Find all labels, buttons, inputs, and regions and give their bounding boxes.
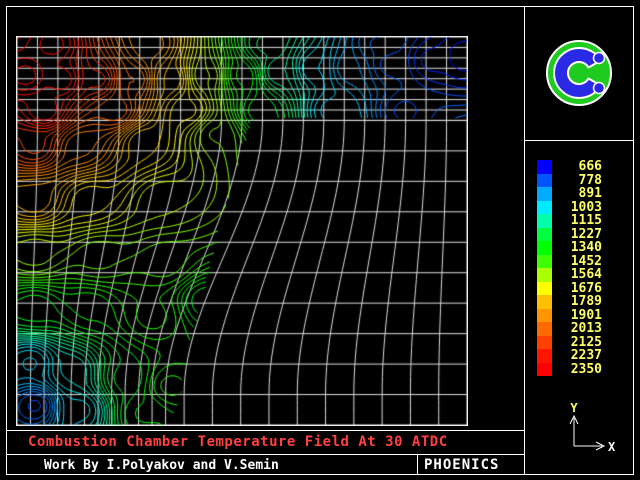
legend-entry: 666: [537, 160, 602, 174]
legend-value-label: 778: [560, 174, 602, 188]
legend-value-label: 1115: [560, 214, 602, 228]
legend-entry: 2350: [537, 363, 602, 377]
legend-color-swatch: [537, 241, 552, 255]
legend-color-swatch: [537, 201, 552, 215]
legend-entry: 1452: [537, 255, 602, 269]
legend-entry: 1901: [537, 309, 602, 323]
legend-entry: 2125: [537, 336, 602, 350]
legend-color-swatch: [537, 268, 552, 282]
credits-text: Work By I.Polyakov and V.Semin: [44, 458, 279, 473]
right-panel-divider: [524, 6, 525, 474]
legend-value-label: 666: [560, 160, 602, 174]
legend-color-swatch: [537, 295, 552, 309]
legend-entry: 1227: [537, 228, 602, 242]
legend-value-label: 2013: [560, 322, 602, 336]
axis-orientation-indicator: Y X: [552, 400, 616, 458]
legend-value-label: 1676: [560, 282, 602, 296]
phoenics-wordmark: PHOENICS: [424, 457, 499, 473]
y-axis-label: Y: [570, 401, 578, 415]
legend-color-swatch: [537, 282, 552, 296]
legend-color-swatch: [537, 363, 552, 377]
title-bar-divider: [6, 430, 525, 431]
legend-entry: 1340: [537, 241, 602, 255]
legend-value-label: 1340: [560, 241, 602, 255]
legend-color-swatch: [537, 336, 552, 350]
legend-color-swatch: [537, 322, 552, 336]
legend-value-label: 1901: [560, 309, 602, 323]
legend-entry: 2237: [537, 349, 602, 363]
legend-entry: 1115: [537, 214, 602, 228]
temperature-contour-canvas: [16, 36, 468, 426]
logo-panel-divider: [524, 140, 634, 141]
legend-entry: 1676: [537, 282, 602, 296]
legend-color-swatch: [537, 187, 552, 201]
legend-value-label: 2350: [560, 363, 602, 377]
legend-color-swatch: [537, 255, 552, 269]
legend-entry: 891: [537, 187, 602, 201]
legend-value-label: 2125: [560, 336, 602, 350]
legend-color-swatch: [537, 228, 552, 242]
phoenics-logo-icon: [543, 37, 615, 109]
legend-value-label: 1227: [560, 228, 602, 242]
legend-entry: 778: [537, 174, 602, 188]
phoenics-photon-screen: 6667788911003111512271340145215641676178…: [0, 0, 640, 480]
legend-entry: 1003: [537, 201, 602, 215]
legend-value-label: 2237: [560, 349, 602, 363]
legend-value-label: 1789: [560, 295, 602, 309]
legend-value-label: 1564: [560, 268, 602, 282]
legend-color-swatch: [537, 214, 552, 228]
legend-entry: 1564: [537, 268, 602, 282]
legend-color-swatch: [537, 160, 552, 174]
logo-swirl-tip-top: [594, 53, 605, 64]
brand-cell-divider: [417, 454, 418, 475]
legend-value-label: 1452: [560, 255, 602, 269]
temperature-legend: 6667788911003111512271340145215641676178…: [537, 160, 602, 376]
legend-color-swatch: [537, 309, 552, 323]
legend-value-label: 1003: [560, 201, 602, 215]
legend-color-swatch: [537, 349, 552, 363]
logo-swirl-tip-bottom: [594, 83, 605, 94]
legend-value-label: 891: [560, 187, 602, 201]
legend-color-swatch: [537, 174, 552, 188]
credits-bar-divider: [6, 454, 525, 455]
plot-title: Combustion Chamber Temperature Field At …: [28, 434, 448, 450]
x-axis-label: X: [608, 440, 616, 454]
legend-entry: 1789: [537, 295, 602, 309]
legend-entry: 2013: [537, 322, 602, 336]
